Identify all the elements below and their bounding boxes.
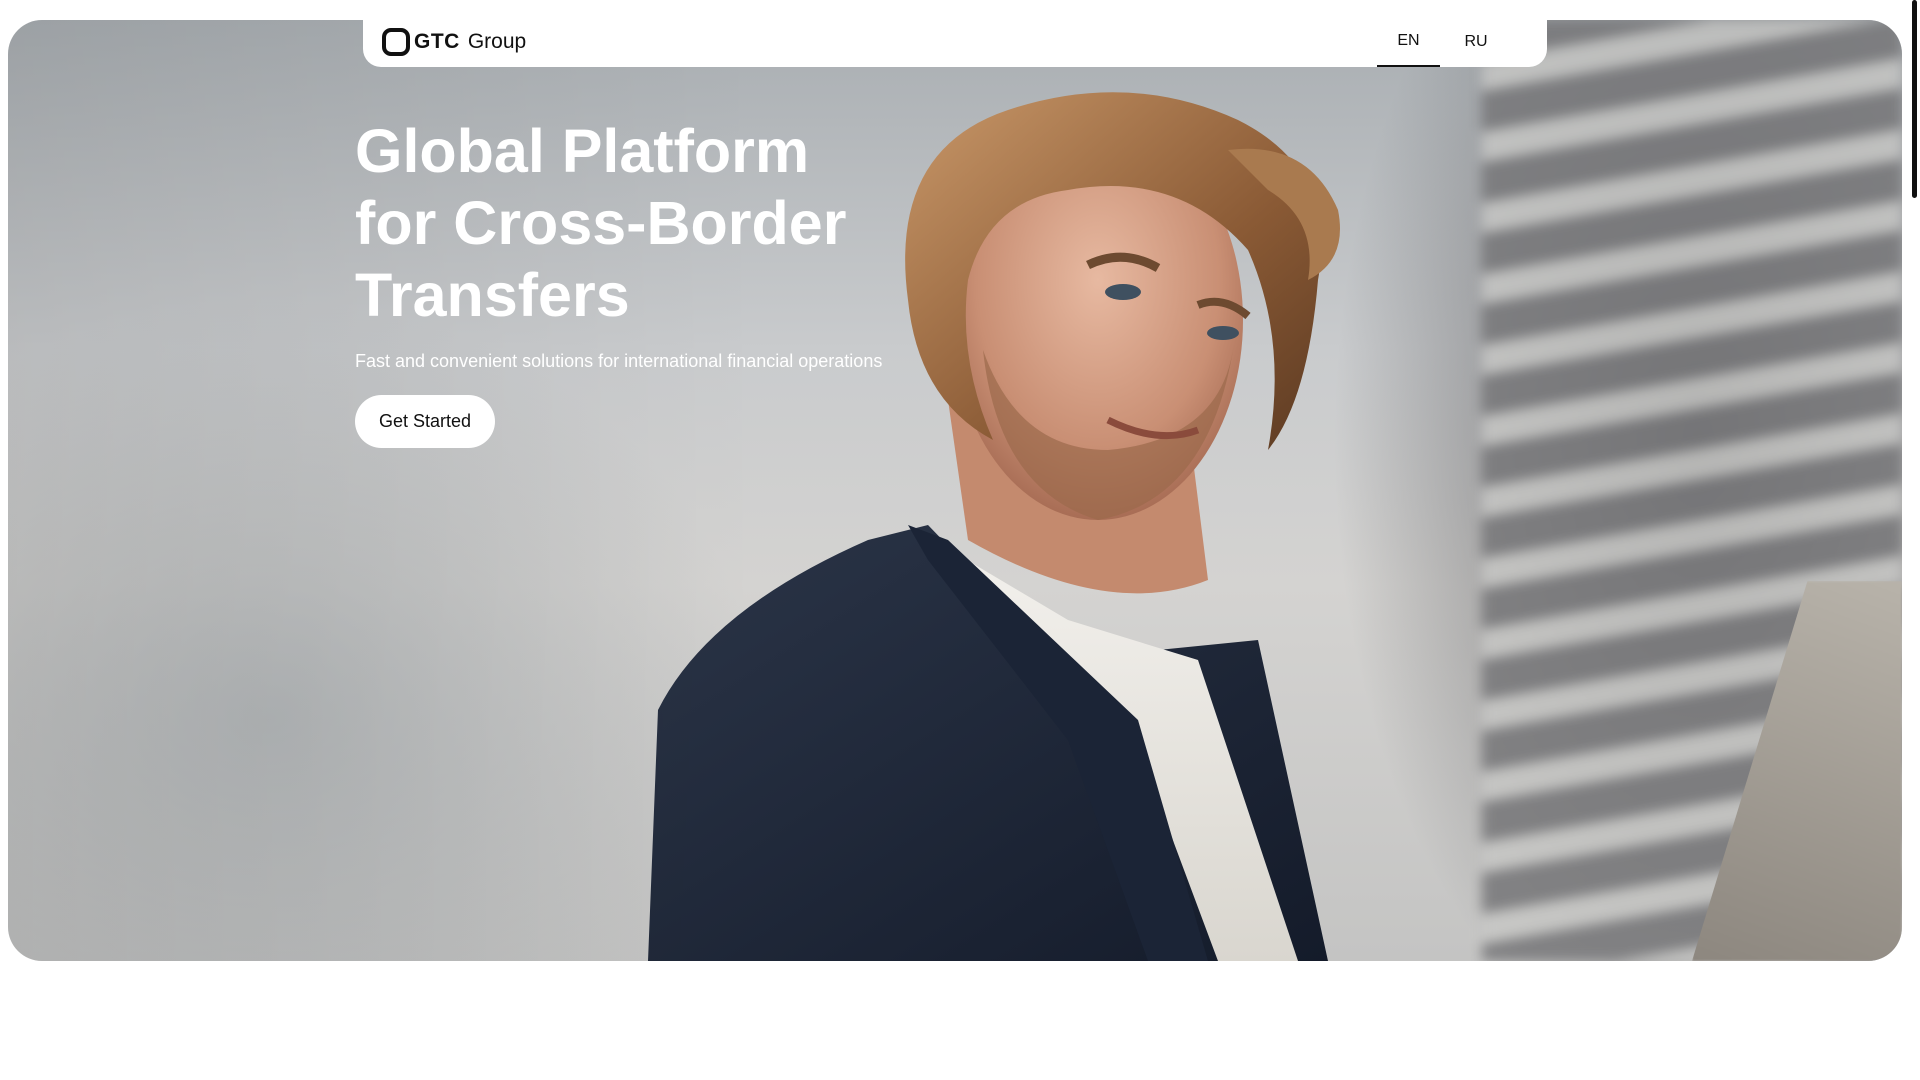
hero-title: Global Platform for Cross-Border Transfe…	[355, 115, 915, 331]
hero-title-line-2: for Cross-Border	[355, 189, 847, 257]
logo-text-group: Group	[467, 29, 527, 53]
gtc-logo-icon	[382, 27, 410, 56]
hero-subtitle: Fast and convenient solutions for intern…	[355, 351, 883, 371]
page-scrollbar[interactable]	[1912, 0, 1917, 198]
top-navbar: GTC Group EN RU	[363, 16, 1547, 67]
hero-section	[8, 20, 1902, 961]
hero-overlay	[8, 20, 1902, 961]
logo-text-gtc: GTC	[414, 29, 460, 53]
logo[interactable]: GTC Group	[382, 27, 527, 56]
get-started-button[interactable]: Get Started	[355, 395, 495, 448]
language-en-tab[interactable]: EN	[1377, 16, 1440, 67]
hero-title-line-1: Global Platform	[355, 117, 810, 185]
language-ru-tab[interactable]: RU	[1447, 16, 1505, 67]
hero-title-line-3: Transfers	[355, 261, 630, 329]
page: GTC Group EN RU Global Platform for Cros…	[0, 0, 1920, 1080]
